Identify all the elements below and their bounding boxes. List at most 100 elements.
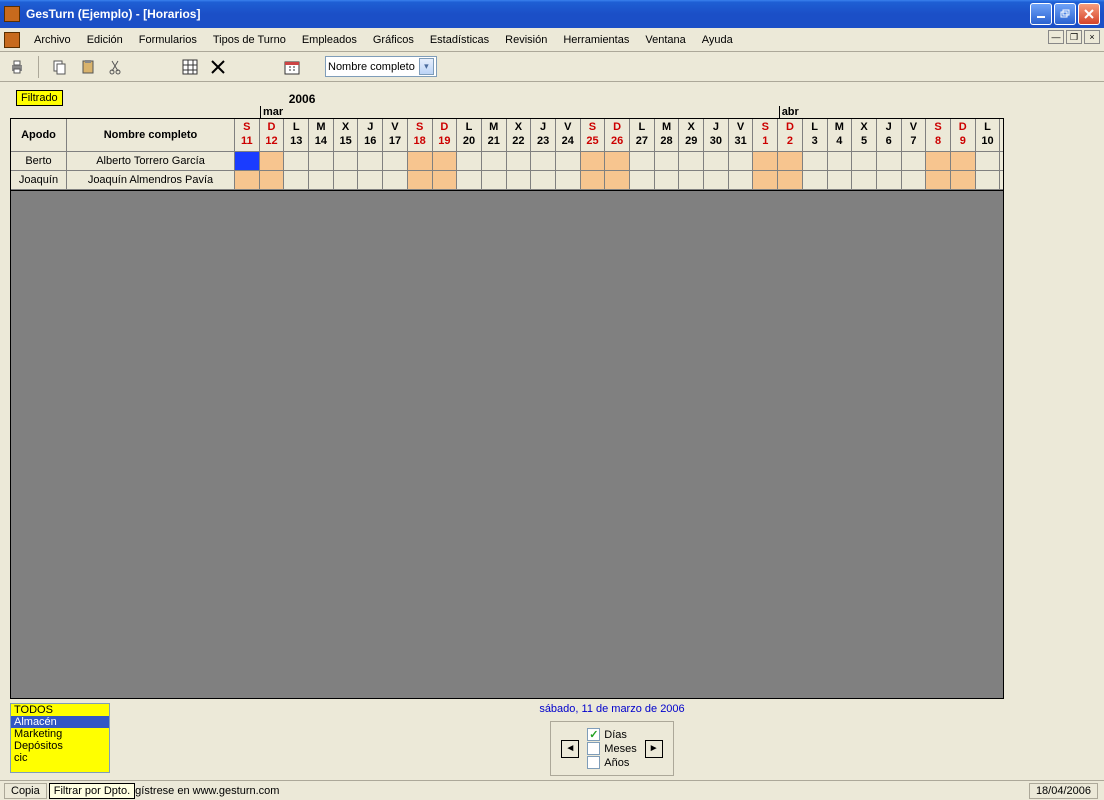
schedule-cell[interactable] bbox=[679, 152, 704, 170]
day-header[interactable]: D19 bbox=[433, 119, 458, 151]
schedule-cell[interactable] bbox=[926, 171, 951, 189]
schedule-cell[interactable] bbox=[852, 152, 877, 170]
day-header[interactable]: V7 bbox=[902, 119, 927, 151]
schedule-cell[interactable] bbox=[605, 152, 630, 170]
anos-checkbox[interactable] bbox=[587, 756, 600, 769]
paste-button[interactable] bbox=[77, 56, 99, 78]
schedule-cell[interactable] bbox=[581, 171, 606, 189]
schedule-cell[interactable] bbox=[951, 171, 976, 189]
schedule-cell[interactable] bbox=[902, 171, 927, 189]
day-header[interactable]: S11 bbox=[235, 119, 260, 151]
menu-ventana[interactable]: Ventana bbox=[637, 32, 693, 48]
day-header[interactable]: X5 bbox=[852, 119, 877, 151]
schedule-cell[interactable] bbox=[778, 171, 803, 189]
schedule-cell[interactable] bbox=[482, 152, 507, 170]
schedule-cell[interactable] bbox=[531, 171, 556, 189]
day-header[interactable]: S25 bbox=[581, 119, 606, 151]
cell-apodo[interactable]: Berto bbox=[11, 152, 67, 170]
schedule-cell[interactable] bbox=[630, 171, 655, 189]
schedule-cell[interactable] bbox=[260, 152, 285, 170]
close-button[interactable] bbox=[1078, 3, 1100, 25]
grid-button[interactable] bbox=[179, 56, 201, 78]
next-button[interactable]: ► bbox=[645, 740, 663, 758]
delete-x-button[interactable] bbox=[207, 56, 229, 78]
schedule-cell[interactable] bbox=[284, 152, 309, 170]
schedule-cell[interactable] bbox=[408, 152, 433, 170]
schedule-cell[interactable] bbox=[556, 152, 581, 170]
mdi-restore-button[interactable]: ❐ bbox=[1066, 30, 1082, 44]
schedule-cell[interactable] bbox=[531, 152, 556, 170]
dept-item[interactable]: Marketing bbox=[11, 728, 109, 740]
col-nombre-header[interactable]: Nombre completo bbox=[67, 119, 235, 151]
schedule-cell[interactable] bbox=[630, 152, 655, 170]
department-listbox[interactable]: TODOSAlmacénMarketingDepósitoscic bbox=[10, 703, 110, 773]
dias-checkbox[interactable]: ✓ bbox=[587, 728, 600, 741]
schedule-cell[interactable] bbox=[753, 171, 778, 189]
copy-button[interactable] bbox=[49, 56, 71, 78]
cell-apodo[interactable]: Joaquín bbox=[11, 171, 67, 189]
schedule-cell[interactable] bbox=[507, 152, 532, 170]
meses-checkbox[interactable] bbox=[587, 742, 600, 755]
schedule-cell[interactable] bbox=[877, 171, 902, 189]
day-header[interactable]: X29 bbox=[679, 119, 704, 151]
schedule-cell[interactable] bbox=[383, 171, 408, 189]
cell-nombre[interactable]: Alberto Torrero García bbox=[67, 152, 235, 170]
day-header[interactable]: J23 bbox=[531, 119, 556, 151]
day-header[interactable]: S1 bbox=[753, 119, 778, 151]
schedule-cell[interactable] bbox=[358, 152, 383, 170]
schedule-cell[interactable] bbox=[383, 152, 408, 170]
day-header[interactable]: M14 bbox=[309, 119, 334, 151]
schedule-cell[interactable] bbox=[433, 152, 458, 170]
schedule-cell[interactable] bbox=[976, 152, 1001, 170]
schedule-cell[interactable] bbox=[433, 171, 458, 189]
day-header[interactable]: D12 bbox=[260, 119, 285, 151]
schedule-cell[interactable] bbox=[753, 152, 778, 170]
schedule-cell[interactable] bbox=[408, 171, 433, 189]
schedule-cell[interactable] bbox=[235, 171, 260, 189]
schedule-cell[interactable] bbox=[828, 171, 853, 189]
print-button[interactable] bbox=[6, 56, 28, 78]
schedule-cell[interactable] bbox=[778, 152, 803, 170]
menu-estadísticas[interactable]: Estadísticas bbox=[422, 32, 497, 48]
day-header[interactable]: J6 bbox=[877, 119, 902, 151]
day-header[interactable]: J16 bbox=[358, 119, 383, 151]
schedule-cell[interactable] bbox=[803, 171, 828, 189]
table-row[interactable]: BertoAlberto Torrero García bbox=[11, 152, 1003, 171]
schedule-cell[interactable] bbox=[976, 171, 1001, 189]
schedule-cell[interactable] bbox=[605, 171, 630, 189]
schedule-cell[interactable] bbox=[704, 171, 729, 189]
menu-ayuda[interactable]: Ayuda bbox=[694, 32, 741, 48]
schedule-cell[interactable] bbox=[457, 152, 482, 170]
day-header[interactable]: V17 bbox=[383, 119, 408, 151]
day-header[interactable]: V24 bbox=[556, 119, 581, 151]
dept-item[interactable]: Almacén bbox=[11, 716, 109, 728]
schedule-cell[interactable] bbox=[482, 171, 507, 189]
schedule-cell[interactable] bbox=[581, 152, 606, 170]
minimize-button[interactable] bbox=[1030, 3, 1052, 25]
schedule-cell[interactable] bbox=[358, 171, 383, 189]
dept-item[interactable]: TODOS bbox=[11, 704, 109, 716]
schedule-cell[interactable] bbox=[235, 152, 260, 170]
dept-item[interactable]: Depósitos bbox=[11, 740, 109, 752]
schedule-cell[interactable] bbox=[729, 152, 754, 170]
schedule-cell[interactable] bbox=[803, 152, 828, 170]
day-header[interactable]: D9 bbox=[951, 119, 976, 151]
mdi-minimize-button[interactable]: — bbox=[1048, 30, 1064, 44]
day-header[interactable]: S8 bbox=[926, 119, 951, 151]
day-header[interactable]: L3 bbox=[803, 119, 828, 151]
restore-button[interactable] bbox=[1054, 3, 1076, 25]
filter-indicator[interactable]: Filtrado bbox=[16, 90, 63, 106]
schedule-cell[interactable] bbox=[334, 152, 359, 170]
schedule-cell[interactable] bbox=[704, 152, 729, 170]
day-header[interactable]: X15 bbox=[334, 119, 359, 151]
menu-gráficos[interactable]: Gráficos bbox=[365, 32, 422, 48]
menu-tipos de turno[interactable]: Tipos de Turno bbox=[205, 32, 294, 48]
schedule-cell[interactable] bbox=[334, 171, 359, 189]
menu-edición[interactable]: Edición bbox=[79, 32, 131, 48]
mdi-close-button[interactable]: × bbox=[1084, 30, 1100, 44]
calendar-button[interactable] bbox=[281, 56, 303, 78]
schedule-cell[interactable] bbox=[828, 152, 853, 170]
col-apodo-header[interactable]: Apodo bbox=[11, 119, 67, 151]
schedule-cell[interactable] bbox=[655, 171, 680, 189]
day-header[interactable]: S18 bbox=[408, 119, 433, 151]
